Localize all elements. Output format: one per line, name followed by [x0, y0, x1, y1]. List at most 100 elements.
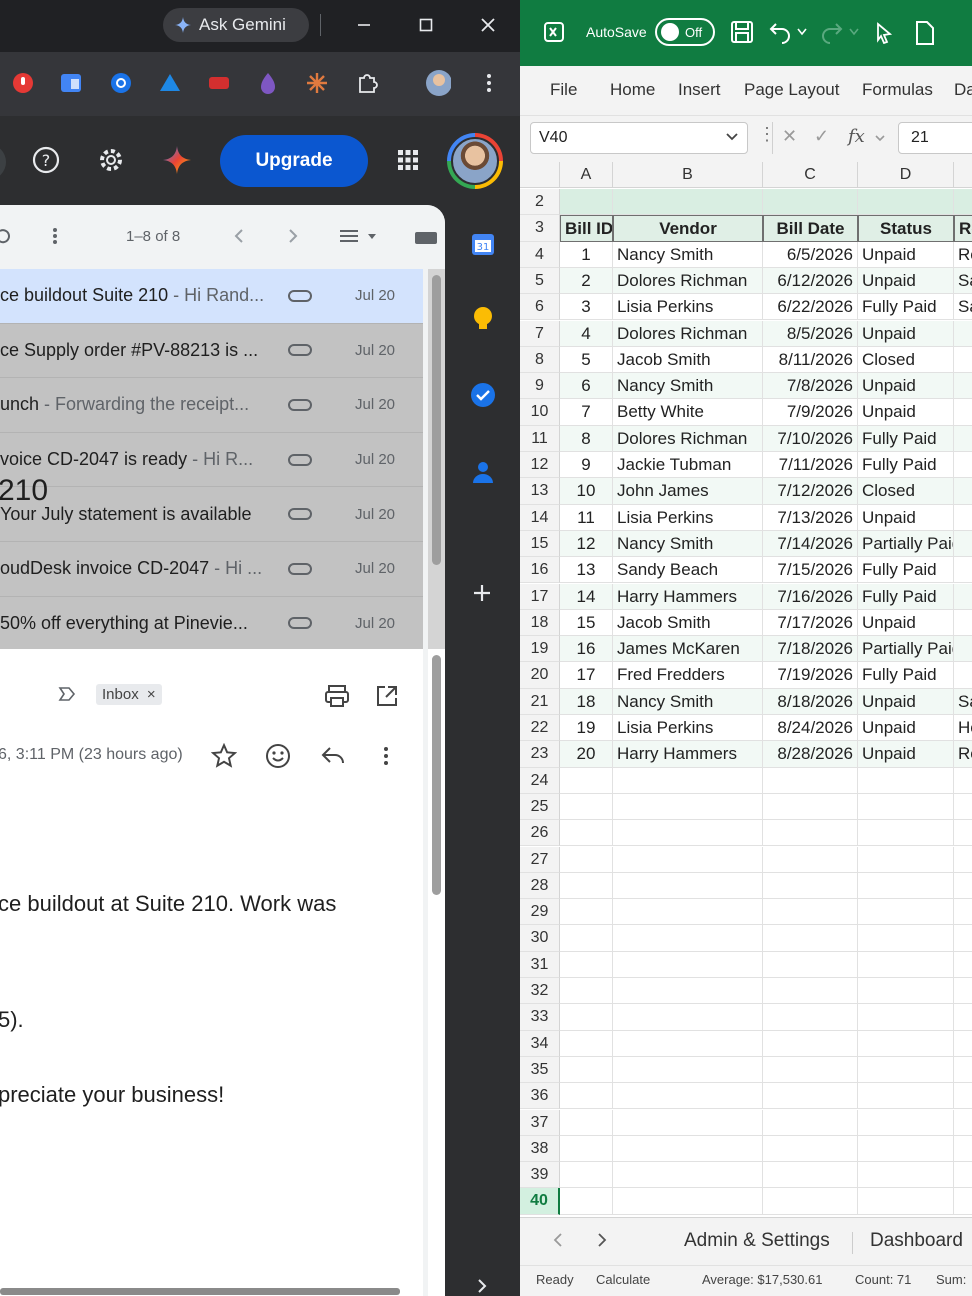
- row-header-2[interactable]: 2: [520, 189, 560, 216]
- empty-cell[interactable]: [954, 1083, 972, 1110]
- table-cell[interactable]: He: [954, 715, 972, 742]
- ask-gemini-button[interactable]: Ask Gemini: [163, 8, 309, 42]
- table-cell[interactable]: Jackie Tubman: [613, 452, 763, 479]
- profile-avatar[interactable]: [425, 70, 451, 96]
- formula-bar-options-icon[interactable]: ⋮: [758, 124, 776, 145]
- row-header-33[interactable]: 33: [520, 1004, 560, 1031]
- empty-cell[interactable]: [560, 820, 613, 847]
- table-cell[interactable]: 7: [560, 399, 613, 426]
- row-header-13[interactable]: 13: [520, 478, 560, 505]
- empty-cell[interactable]: [858, 1135, 954, 1163]
- mail-list-scroll-thumb[interactable]: [432, 275, 441, 565]
- table-cell[interactable]: 8/28/2026: [763, 741, 858, 768]
- empty-cell[interactable]: [613, 925, 763, 952]
- empty-cell[interactable]: [763, 1056, 858, 1084]
- refresh-icon[interactable]: [0, 227, 12, 249]
- cancel-entry-icon[interactable]: ✕: [782, 126, 797, 147]
- empty-cell[interactable]: [858, 767, 954, 794]
- formula-input[interactable]: 21: [898, 122, 972, 154]
- empty-cell[interactable]: [613, 899, 763, 926]
- row-header-20[interactable]: 20: [520, 662, 560, 689]
- table-cell[interactable]: 10: [560, 478, 613, 505]
- pdf-extension-icon[interactable]: [206, 70, 232, 96]
- remove-label-icon[interactable]: ×: [147, 686, 156, 703]
- table-cell[interactable]: Partially Paid: [858, 636, 954, 663]
- table-cell[interactable]: Unpaid: [858, 688, 954, 715]
- table-cell[interactable]: Unpaid: [858, 267, 954, 295]
- google-apps-grid-icon[interactable]: [392, 144, 424, 176]
- table-cell[interactable]: Unpaid: [858, 715, 954, 742]
- table-cell[interactable]: 11: [560, 504, 613, 531]
- row-header-35[interactable]: 35: [520, 1056, 560, 1084]
- empty-cell[interactable]: [858, 1004, 954, 1031]
- table-cell[interactable]: [954, 425, 972, 452]
- row-header-40[interactable]: 40: [520, 1188, 560, 1215]
- importance-marker-icon[interactable]: [58, 686, 76, 707]
- table-cell[interactable]: Fully Paid: [858, 452, 954, 479]
- empty-cell[interactable]: [613, 1135, 763, 1163]
- table-cell[interactable]: Unpaid: [858, 741, 954, 768]
- table-cell[interactable]: 14: [560, 583, 613, 610]
- menu-insert[interactable]: Insert: [678, 80, 721, 100]
- column-header-c[interactable]: C: [763, 162, 858, 188]
- row-header-37[interactable]: 37: [520, 1109, 560, 1136]
- inbox-label-chip[interactable]: Inbox ×: [96, 684, 162, 705]
- claude-extension-icon[interactable]: [304, 70, 330, 96]
- horizontal-scrollbar[interactable]: [0, 1288, 400, 1295]
- row-header-32[interactable]: 32: [520, 978, 560, 1005]
- empty-cell[interactable]: [858, 820, 954, 847]
- reply-icon[interactable]: [320, 745, 346, 772]
- table-cell[interactable]: 8/11/2026: [763, 346, 858, 374]
- row-header-29[interactable]: 29: [520, 899, 560, 926]
- table-cell[interactable]: 7/13/2026: [763, 504, 858, 531]
- table-cell[interactable]: 6/5/2026: [763, 241, 858, 268]
- empty-cell[interactable]: [560, 925, 613, 952]
- table-cell[interactable]: 7/9/2026: [763, 399, 858, 426]
- row-header-23[interactable]: 23: [520, 741, 560, 768]
- row-header-15[interactable]: 15: [520, 530, 560, 558]
- table-cell[interactable]: 3: [560, 294, 613, 321]
- table-cell[interactable]: 5: [560, 346, 613, 374]
- empty-cell[interactable]: [560, 899, 613, 926]
- table-header-cell[interactable]: Bill ID: [560, 215, 613, 242]
- column-header-d[interactable]: D: [858, 162, 954, 188]
- prev-page-icon[interactable]: [232, 227, 246, 249]
- empty-cell[interactable]: [613, 793, 763, 821]
- column-header-b[interactable]: B: [613, 162, 763, 188]
- keep-icon[interactable]: [470, 305, 496, 338]
- table-cell[interactable]: 2: [560, 267, 613, 295]
- table-cell[interactable]: Partially Paid: [858, 530, 954, 558]
- empty-cell[interactable]: [613, 1083, 763, 1110]
- table-cell[interactable]: [954, 530, 972, 558]
- row-header-12[interactable]: 12: [520, 452, 560, 479]
- select-all-corner[interactable]: [520, 162, 560, 188]
- mail-row[interactable]: oudDesk invoice CD-2047 - Hi ... Jul 20: [0, 542, 423, 597]
- empty-cell[interactable]: [954, 820, 972, 847]
- help-icon[interactable]: ?: [30, 144, 62, 176]
- table-cell[interactable]: 8/5/2026: [763, 320, 858, 347]
- empty-cell[interactable]: [560, 1188, 613, 1215]
- row-header-22[interactable]: 22: [520, 715, 560, 742]
- empty-cell[interactable]: [560, 189, 613, 216]
- empty-cell[interactable]: [858, 978, 954, 1005]
- empty-cell[interactable]: [763, 1188, 858, 1215]
- table-cell[interactable]: Nancy Smith: [613, 688, 763, 715]
- table-cell[interactable]: 18: [560, 688, 613, 715]
- table-cell[interactable]: 8/18/2026: [763, 688, 858, 715]
- translate-extension-icon[interactable]: [58, 70, 84, 96]
- empty-cell[interactable]: [858, 846, 954, 873]
- empty-cell[interactable]: [613, 767, 763, 794]
- empty-cell[interactable]: [858, 1162, 954, 1189]
- empty-cell[interactable]: [763, 872, 858, 900]
- emoji-reaction-icon[interactable]: [265, 743, 291, 774]
- empty-cell[interactable]: [858, 925, 954, 952]
- table-cell[interactable]: Harry Hammers: [613, 583, 763, 610]
- table-cell[interactable]: 7/11/2026: [763, 452, 858, 479]
- empty-cell[interactable]: [560, 1030, 613, 1057]
- next-page-icon[interactable]: [286, 227, 300, 249]
- row-header-28[interactable]: 28: [520, 872, 560, 900]
- prev-sheet-icon[interactable]: [552, 1232, 564, 1253]
- function-chevron-icon[interactable]: [874, 128, 886, 149]
- menu-page-layout[interactable]: Page Layout: [744, 80, 839, 100]
- row-header-18[interactable]: 18: [520, 609, 560, 637]
